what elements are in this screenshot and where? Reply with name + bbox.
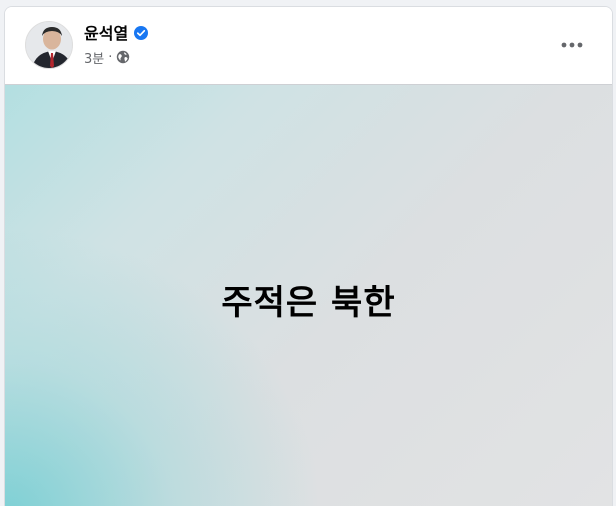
globe-icon[interactable] xyxy=(116,50,130,64)
more-options-button[interactable] xyxy=(554,31,590,59)
post-background-text: 주적은 북한 xyxy=(5,85,612,506)
verified-badge-icon xyxy=(134,25,149,40)
post-header: 윤석열 3분 · xyxy=(5,7,612,85)
author-name[interactable]: 윤석열 xyxy=(84,20,128,44)
post-timestamp[interactable]: 3분 xyxy=(84,48,104,67)
meta-separator: · xyxy=(108,49,113,65)
post-card: 윤석열 3분 · 주적은 북한 xyxy=(4,6,613,506)
author-avatar[interactable] xyxy=(25,21,73,69)
more-horizontal-icon xyxy=(561,42,583,48)
post-meta: 3분 · xyxy=(84,48,130,67)
post-body-text: 주적은 북한 xyxy=(221,283,396,323)
author-row: 윤석열 xyxy=(84,20,149,44)
profile-photo-icon xyxy=(26,22,72,68)
